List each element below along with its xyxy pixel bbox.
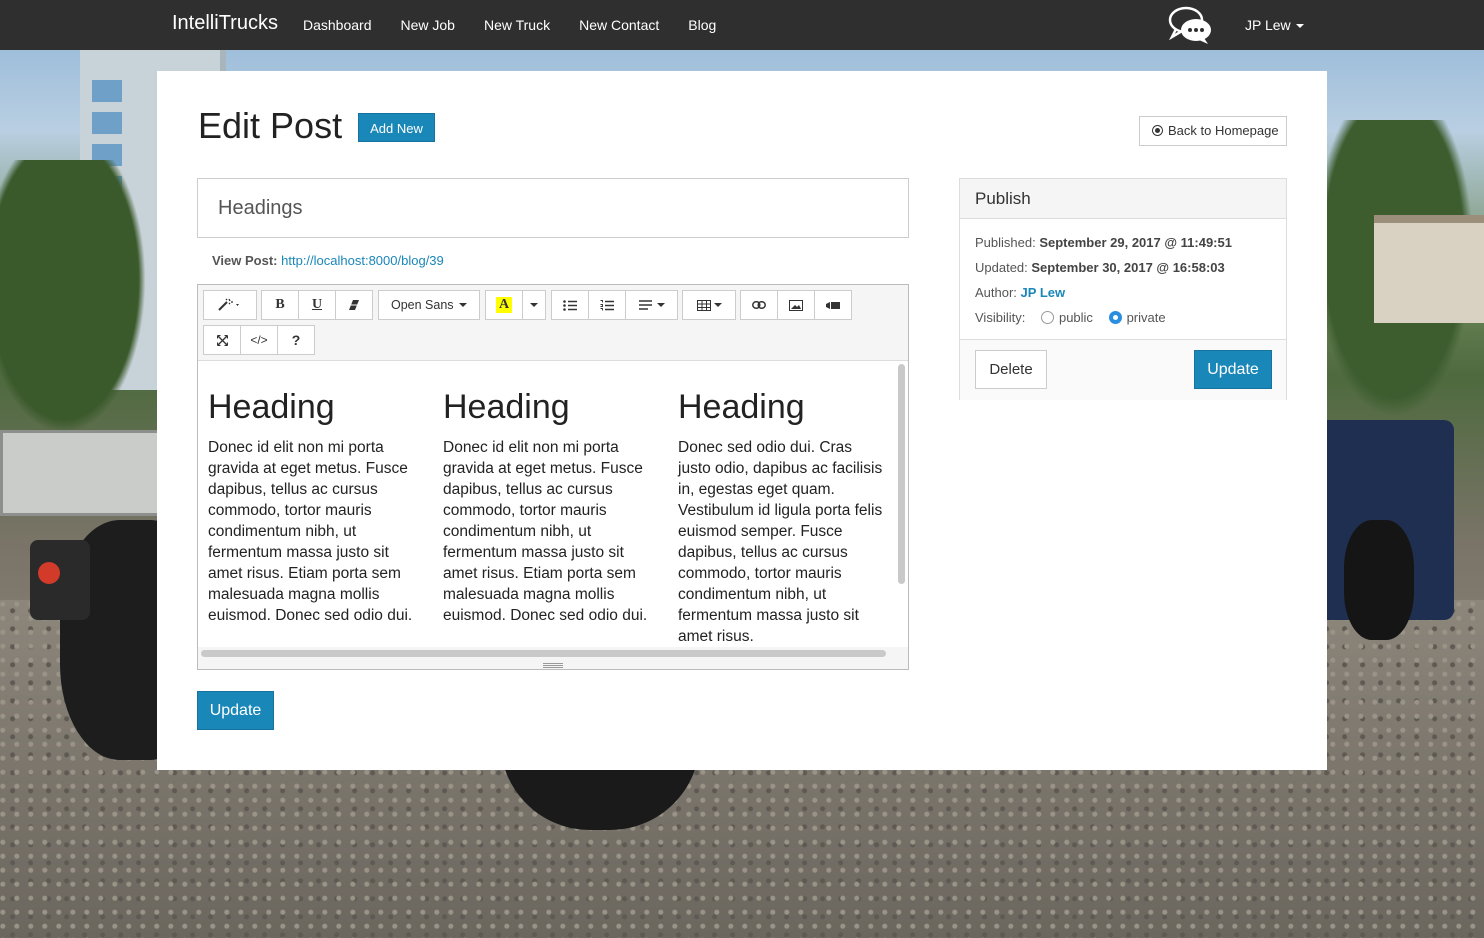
- fullscreen-icon[interactable]: [204, 326, 241, 354]
- updated-row: Updated: September 30, 2017 @ 16:58:03: [975, 260, 1225, 275]
- font-family-value: Open Sans: [390, 298, 454, 312]
- chevron-down-icon: [1295, 24, 1304, 29]
- view-post-link[interactable]: http://localhost:8000/blog/39: [281, 253, 444, 268]
- align-icon[interactable]: [626, 291, 677, 319]
- nav-dashboard[interactable]: Dashboard: [303, 0, 372, 50]
- resize-handle-icon[interactable]: [543, 663, 563, 668]
- content-panel: Edit Post Add New Back to Homepage View …: [157, 71, 1327, 770]
- content-column-1: Heading Donec id elit non mi porta gravi…: [208, 387, 413, 626]
- back-to-homepage-button[interactable]: Back to Homepage: [1139, 116, 1287, 146]
- page-title: Edit Post: [198, 105, 343, 146]
- paragraph-group: [551, 290, 678, 320]
- nav-new-job[interactable]: New Job: [401, 0, 455, 50]
- help-icon[interactable]: ?: [278, 326, 314, 354]
- published-value: September 29, 2017 @ 11:49:51: [1039, 235, 1232, 250]
- color-group: A: [485, 290, 546, 320]
- visibility-private-label[interactable]: private: [1127, 310, 1166, 325]
- publish-actions: Delete Update: [960, 339, 1286, 400]
- magic-icon[interactable]: [204, 291, 256, 319]
- nav-new-truck[interactable]: New Truck: [484, 0, 550, 50]
- editor-toolbar: B U Open Sans A </> ?: [198, 285, 908, 360]
- table-group: [682, 290, 736, 320]
- text-color-letter: A: [495, 297, 513, 313]
- visibility-label: Visibility:: [975, 310, 1026, 325]
- user-menu-dropdown[interactable]: JP Lew: [1245, 0, 1304, 50]
- table-icon[interactable]: [683, 291, 735, 319]
- underline-icon[interactable]: U: [299, 291, 336, 319]
- post-title-input[interactable]: [197, 178, 909, 238]
- unordered-list-icon[interactable]: [552, 291, 589, 319]
- background-house: [1374, 215, 1484, 323]
- column-text: Donec id elit non mi porta gravida at eg…: [208, 439, 413, 624]
- visibility-row: Visibility: public private: [975, 310, 1166, 325]
- chevron-down-icon: [713, 303, 722, 307]
- published-label: Published:: [975, 235, 1036, 250]
- picture-icon[interactable]: [778, 291, 815, 319]
- chevron-down-icon: [459, 303, 468, 307]
- link-icon[interactable]: [741, 291, 778, 319]
- nav-blog[interactable]: Blog: [688, 0, 716, 50]
- chevron-down-icon: [656, 303, 665, 307]
- background-trailer: [0, 430, 166, 516]
- content-column-2: Heading Donec id elit non mi porta gravi…: [443, 387, 648, 626]
- editor-content-area[interactable]: Heading Donec id elit non mi porta gravi…: [198, 360, 908, 647]
- view-group: </> ?: [203, 325, 315, 355]
- visibility-private-radio[interactable]: [1108, 311, 1122, 324]
- code-view-icon[interactable]: </>: [241, 326, 278, 354]
- horizontal-scrollbar[interactable]: [201, 650, 886, 657]
- back-to-homepage-label: Back to Homepage: [1168, 123, 1279, 138]
- column-heading: Heading: [678, 388, 805, 426]
- view-post-line: View Post: http://localhost:8000/blog/39: [212, 253, 444, 268]
- view-post-label: View Post:: [212, 253, 278, 268]
- vertical-scrollbar[interactable]: [898, 364, 905, 584]
- visibility-public-label[interactable]: public: [1059, 310, 1093, 325]
- column-heading: Heading: [443, 388, 570, 426]
- video-icon[interactable]: [815, 291, 851, 319]
- text-color-icon[interactable]: A: [486, 291, 523, 319]
- bold-icon[interactable]: B: [262, 291, 299, 319]
- color-caret-icon[interactable]: [523, 291, 545, 319]
- content-column-3: Heading Donec sed odio dui. Cras justo o…: [678, 387, 883, 647]
- update-button[interactable]: Update: [197, 691, 274, 730]
- visibility-public-radio[interactable]: [1040, 311, 1054, 324]
- nav-links: Dashboard New Job New Truck New Contact …: [303, 0, 745, 50]
- user-name: JP Lew: [1245, 17, 1291, 33]
- author-link[interactable]: JP Lew: [1021, 285, 1066, 300]
- author-label: Author:: [975, 285, 1017, 300]
- background-tail-light: [30, 540, 90, 620]
- top-navbar: IntelliTrucks Dashboard New Job New Truc…: [0, 0, 1484, 50]
- ordered-list-icon[interactable]: [589, 291, 626, 319]
- column-text: Donec id elit non mi porta gravida at eg…: [443, 439, 648, 624]
- updated-value: September 30, 2017 @ 16:58:03: [1031, 260, 1225, 275]
- background-trees-left: [0, 160, 160, 460]
- updated-label: Updated:: [975, 260, 1028, 275]
- insert-group: [740, 290, 852, 320]
- rich-text-editor: B U Open Sans A </> ? Heading Donec id e…: [197, 284, 909, 670]
- font-style-group: B U: [261, 290, 373, 320]
- published-row: Published: September 29, 2017 @ 11:49:51: [975, 235, 1232, 250]
- eraser-icon[interactable]: [336, 291, 372, 319]
- nav-new-contact[interactable]: New Contact: [579, 0, 659, 50]
- column-text: Donec sed odio dui. Cras justo odio, dap…: [678, 439, 883, 645]
- add-new-button[interactable]: Add New: [358, 113, 435, 142]
- brand-logo[interactable]: IntelliTrucks: [172, 12, 278, 35]
- delete-button[interactable]: Delete: [975, 350, 1047, 389]
- chevron-down-icon: [530, 303, 538, 307]
- publish-title: Publish: [960, 179, 1286, 219]
- column-heading: Heading: [208, 388, 335, 426]
- chat-icon[interactable]: [1166, 4, 1214, 46]
- circle-arrow-icon: [1152, 125, 1163, 136]
- publish-update-button[interactable]: Update: [1194, 350, 1272, 389]
- publish-box: Publish Published: September 29, 2017 @ …: [959, 178, 1287, 400]
- author-row: Author: JP Lew: [975, 285, 1065, 300]
- style-group: [203, 290, 257, 320]
- font-family-dropdown[interactable]: Open Sans: [378, 290, 480, 320]
- font-family-button[interactable]: Open Sans: [379, 291, 479, 319]
- background-truck-tire: [1344, 520, 1414, 640]
